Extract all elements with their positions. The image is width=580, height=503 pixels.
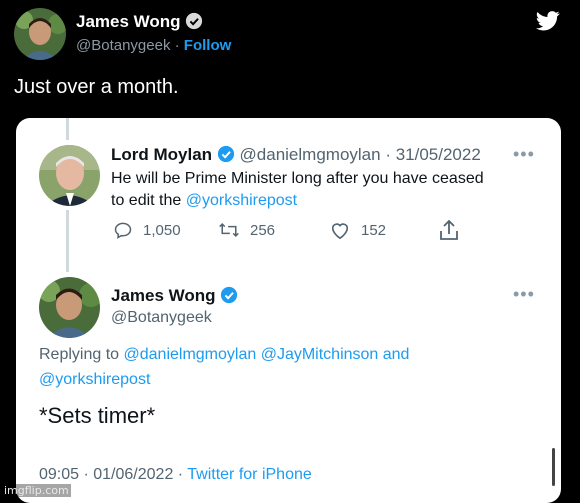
author-handle[interactable]: @Botanygeek [76,37,170,54]
reply-count: 1,050 [143,221,181,239]
quoted-handle[interactable]: @danielmgmoylan [240,145,381,164]
replying-to-line2[interactable]: @yorkshirepost [39,371,150,389]
author-handle-row: @Botanygeek · Follow [76,37,231,54]
scrollbar[interactable] [552,448,555,486]
reply-text: *Sets timer* [39,403,156,428]
reply-more-icon[interactable]: ••• [513,284,535,305]
retweet-icon [219,222,239,238]
reply-avatar[interactable] [39,277,100,338]
replying-to-line1: Replying to @danielmgmoylan @JayMitchins… [39,346,409,364]
reply-icon [114,222,132,239]
quoted-date[interactable]: · 31/05/2022 [385,145,480,164]
author-avatar[interactable] [14,8,66,60]
reply-handle[interactable]: @Botanygeek [111,309,212,327]
quoted-text-prefix: to edit the [111,192,186,209]
quoted-text-line1: He will be Prime Minister long after you… [111,170,484,187]
like-count: 152 [361,221,387,239]
reply-meta: 09:05 · 01/06/2022 · Twitter for iPhone [39,466,312,484]
mention-yorkshirepost[interactable]: @yorkshirepost [186,192,297,209]
retweet-action[interactable]: 256 [218,220,275,240]
tweet-text: Just over a month. [14,76,179,98]
heart-icon [331,223,349,240]
share-action[interactable] [439,219,459,241]
quoted-text-line2: to edit the @yorkshirepost [111,192,297,210]
retweet-count: 256 [250,221,276,239]
quoted-name[interactable]: Lord Moylan [111,145,212,164]
twitter-logo[interactable] [536,10,560,32]
author-name[interactable]: James Wong [76,12,203,32]
thread-line-top [66,118,69,140]
twitter-bird-icon [536,11,560,31]
author-name-text: James Wong [76,12,181,31]
verified-badge-icon [217,145,234,163]
thread-line-middle [66,210,69,272]
verified-badge-icon [186,12,203,30]
follow-link[interactable]: Follow [184,37,232,54]
reply-header: James Wong [111,286,238,306]
quoted-avatar[interactable] [39,145,100,206]
quoted-more-icon[interactable]: ••• [513,144,535,165]
imgflip-watermark: imgflip.com [2,484,71,497]
quoted-header: Lord Moylan @danielmgmoylan · 31/05/2022 [111,145,481,165]
separator-dot: · [174,37,180,54]
reply-timestamp[interactable]: 09:05 · 01/06/2022 · [39,466,187,483]
replying-mentions[interactable]: @danielmgmoylan @JayMitchinson and [124,346,410,363]
share-icon [440,219,458,240]
like-action[interactable]: 152 [329,220,386,240]
verified-badge-icon [221,286,238,304]
reply-name[interactable]: James Wong [111,286,216,305]
reply-source[interactable]: Twitter for iPhone [187,466,312,483]
reply-action[interactable]: 1,050 [113,220,181,240]
replying-prefix: Replying to [39,346,124,363]
quote-card[interactable]: Lord Moylan @danielmgmoylan · 31/05/2022… [16,118,561,503]
